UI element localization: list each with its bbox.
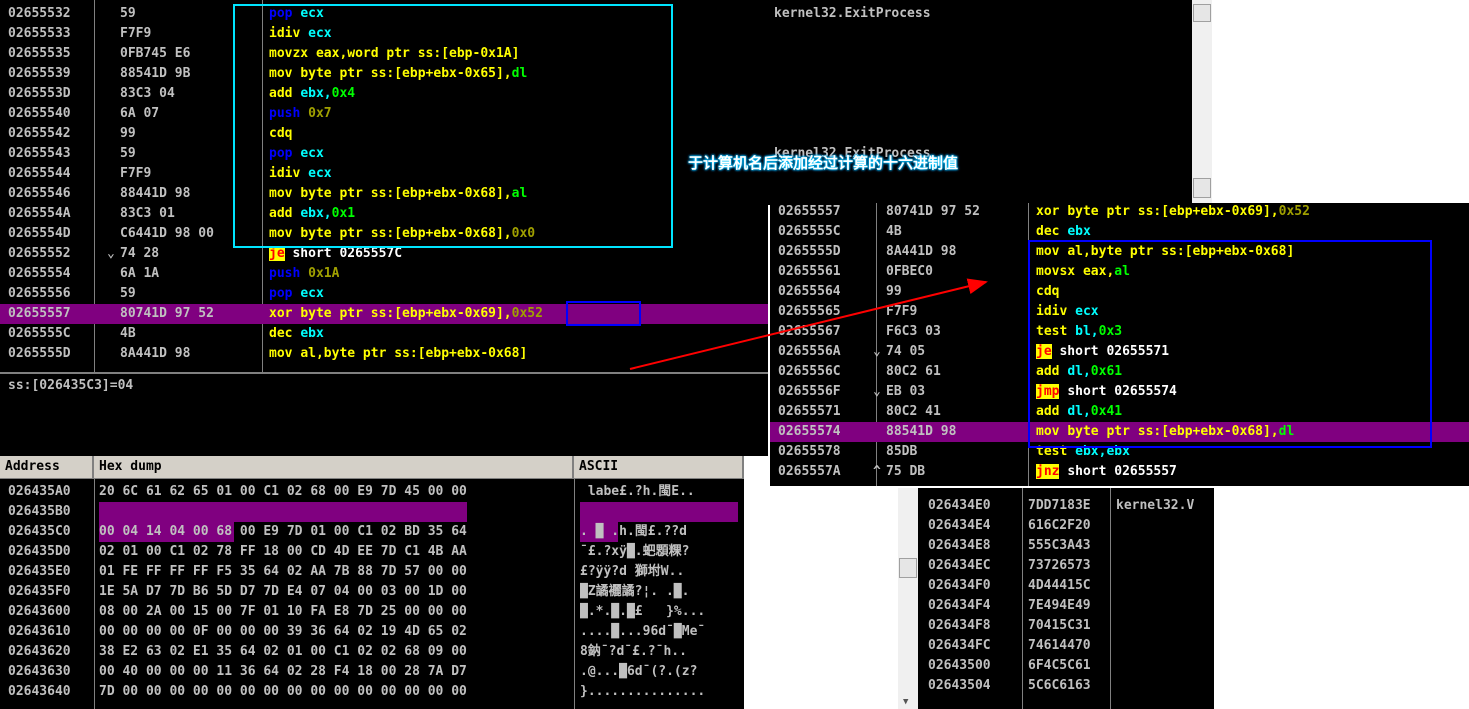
pointer-arrow	[629, 278, 988, 370]
arrow-line	[629, 278, 988, 370]
annotation-label: 于计算机名后添加经过计算的十六进制值	[688, 154, 959, 172]
